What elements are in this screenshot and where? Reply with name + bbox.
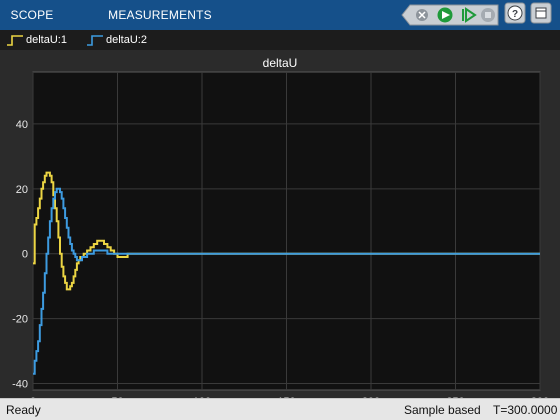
svg-text:?: ? — [512, 9, 518, 20]
stop-icon[interactable] — [481, 8, 495, 22]
y-tick-label: 0 — [22, 249, 28, 261]
legend-item-deltaU-1[interactable]: deltaU:1 — [6, 33, 86, 47]
status-bar: Ready Sample based T=300.0000 — [0, 398, 560, 420]
tab-measurements[interactable]: MEASUREMENTS — [96, 0, 224, 30]
toolbar-controls: ? — [400, 0, 552, 30]
legend-bar: deltaU:1 deltaU:2 — [0, 30, 560, 50]
legend-item-deltaU-2[interactable]: deltaU:2 — [86, 33, 166, 47]
y-tick-label: 20 — [16, 184, 28, 196]
dock-icon[interactable] — [530, 2, 552, 29]
scope-toolstrip: SCOPE MEASUREMENTS ? — [0, 0, 560, 30]
legend-swatch-icon — [7, 35, 23, 46]
help-icon[interactable]: ? — [504, 2, 526, 29]
y-tick-label: -20 — [12, 314, 28, 326]
scope-plot[interactable]: 050100150200250300-40-2002040 — [0, 50, 560, 398]
hide-toolbar-icon[interactable] — [416, 9, 428, 21]
status-text: Ready — [6, 403, 41, 417]
legend-swatch-icon — [87, 35, 103, 46]
y-tick-label: 40 — [16, 119, 28, 131]
tab-scope[interactable]: SCOPE — [8, 0, 56, 30]
run-controls-panel — [401, 4, 499, 26]
y-tick-label: -40 — [12, 379, 28, 391]
legend-label: deltaU:1 — [26, 34, 67, 46]
legend-label: deltaU:2 — [106, 34, 147, 46]
run-icon[interactable] — [437, 7, 453, 23]
sample-mode-indicator: Sample based — [404, 403, 481, 417]
simulation-time: T=300.0000 — [493, 403, 558, 417]
